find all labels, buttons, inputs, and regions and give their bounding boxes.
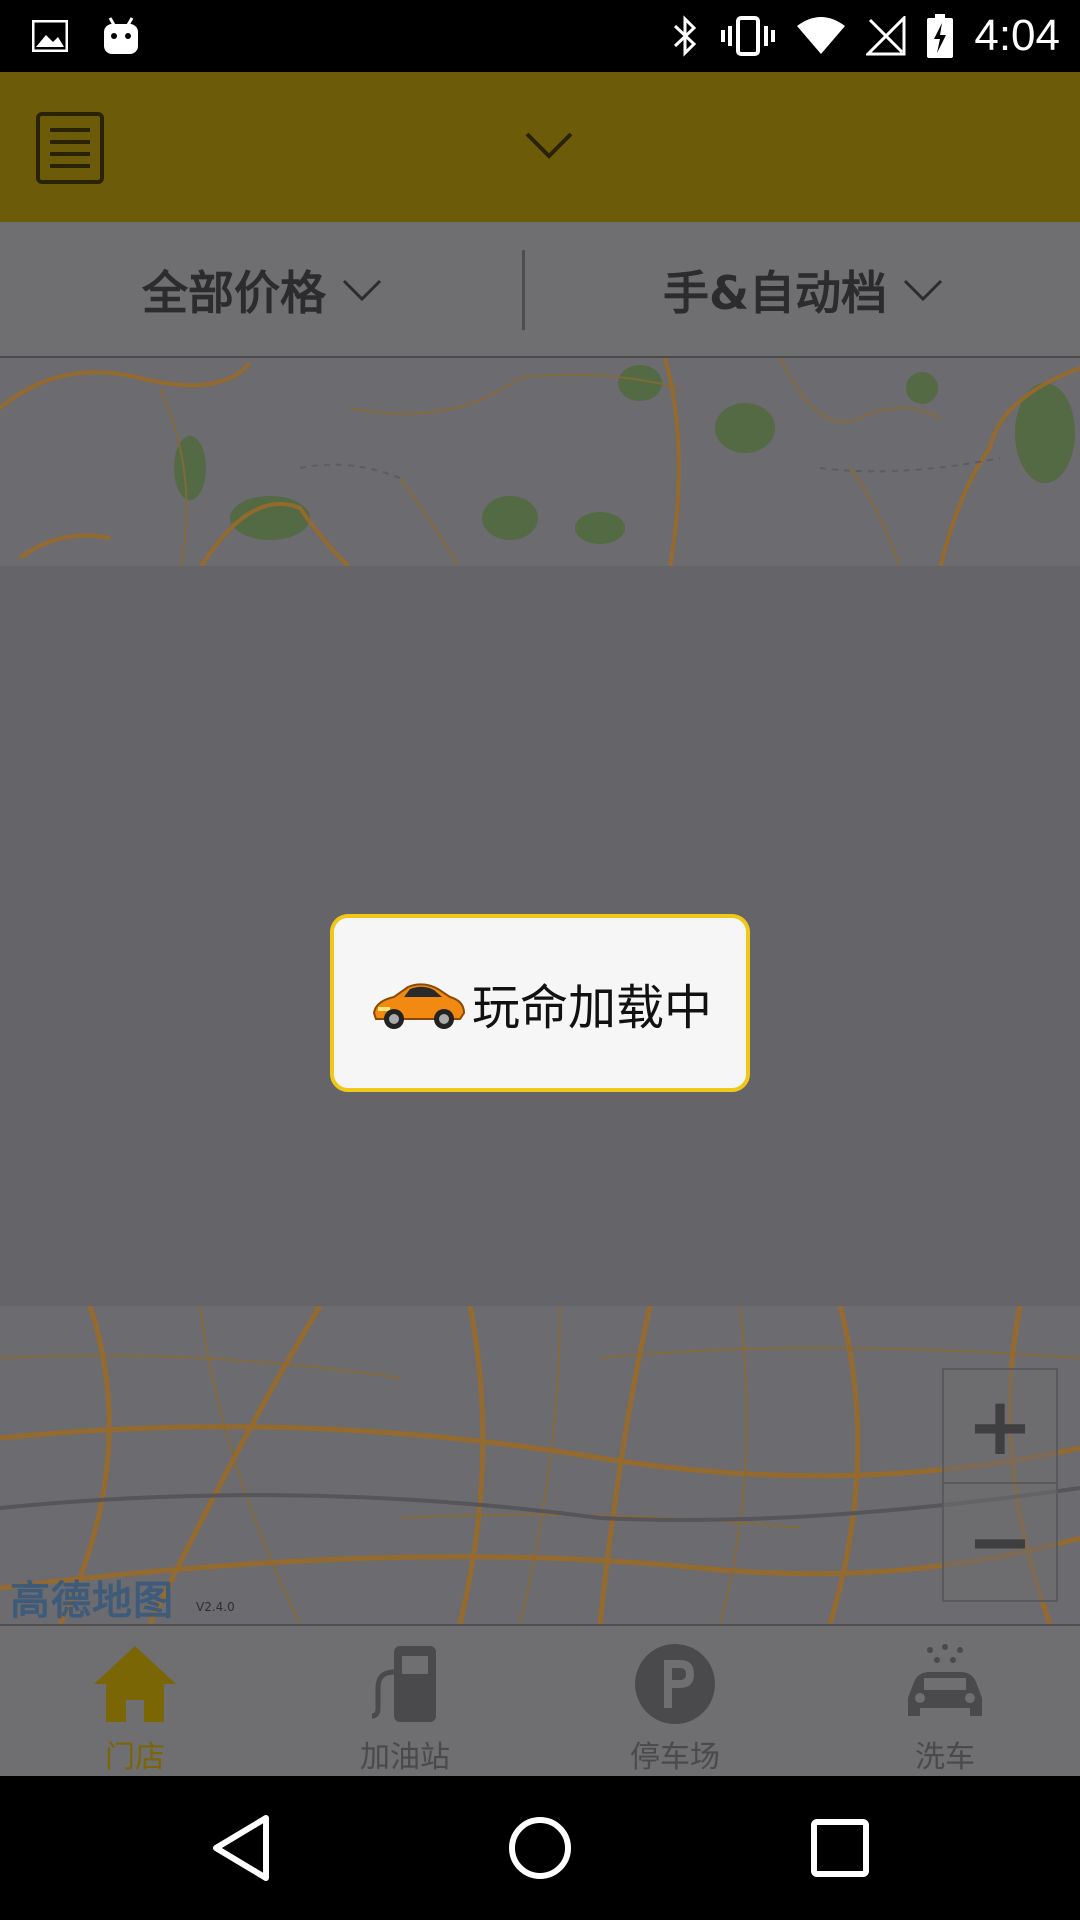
bottom-nav: 门店 加油站 停车场 洗车 (0, 1624, 1080, 1776)
car-wash-icon (908, 1644, 982, 1716)
image-icon (32, 20, 68, 52)
price-filter-label: 全部价格 (142, 266, 326, 320)
chevron-down-icon (904, 279, 943, 302)
wifi-icon (797, 17, 846, 54)
nav-item-parking[interactable]: 停车场 (540, 1626, 810, 1776)
battery-charging-icon (927, 14, 954, 58)
zoom-in-button[interactable]: + (944, 1370, 1056, 1484)
home-icon (94, 1646, 176, 1722)
filter-divider (522, 250, 525, 330)
nav-item-car-wash[interactable]: 洗车 (810, 1626, 1080, 1776)
zoom-out-button[interactable]: − (944, 1484, 1056, 1598)
gas-station-icon (371, 1646, 436, 1722)
nav-label-gas-station: 加油站 (360, 1740, 450, 1775)
transmission-filter-label: 手&自动档 (662, 266, 888, 320)
filter-bar: 全部价格 手&自动档 (0, 222, 1080, 358)
sports-car-icon (372, 983, 465, 1029)
transmission-filter[interactable]: 手&自动档 (526, 222, 1080, 358)
status-bar: 4:04 (0, 0, 1080, 72)
price-filter[interactable]: 全部价格 (0, 222, 524, 358)
status-time: 4:04 (974, 11, 1060, 60)
system-nav-bar (0, 1776, 1080, 1920)
zoom-controls: + − (942, 1368, 1058, 1602)
nav-item-store[interactable]: 门店 (0, 1626, 270, 1776)
bluetooth-icon (674, 15, 697, 57)
loading-dialog: 玩命加载中 (330, 914, 750, 1092)
nav-item-gas-station[interactable]: 加油站 (270, 1626, 540, 1776)
chevron-down-icon (342, 279, 382, 302)
loading-text: 玩命加载中 (471, 980, 712, 1036)
back-icon[interactable] (200, 1806, 284, 1890)
map-logo: 高德地图 (10, 1578, 174, 1624)
home-circle-icon[interactable] (498, 1806, 582, 1890)
recents-icon[interactable] (798, 1806, 882, 1890)
app-header (0, 72, 1080, 222)
map-version: V2.4.0 (196, 1600, 235, 1614)
parking-icon (635, 1644, 715, 1724)
android-icon (104, 17, 138, 54)
nav-label-parking: 停车场 (630, 1740, 720, 1775)
nav-label-car-wash: 洗车 (915, 1740, 975, 1775)
no-signal-icon (866, 16, 906, 56)
menu-list-icon[interactable] (36, 112, 104, 184)
vibrate-icon (721, 16, 776, 56)
nav-label-store: 门店 (105, 1740, 165, 1775)
chevron-down-icon[interactable] (524, 130, 574, 160)
